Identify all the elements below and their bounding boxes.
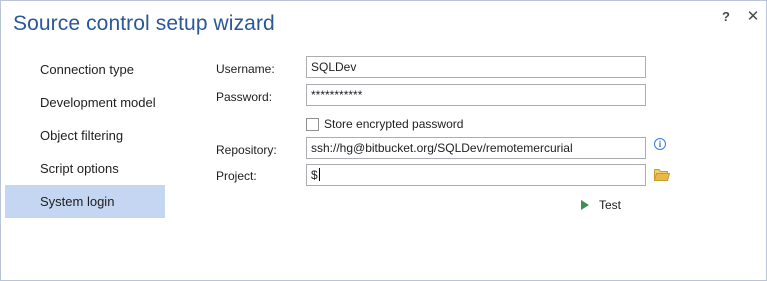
wizard-step-nav: Connection type Development model Object…: [5, 53, 165, 218]
username-value: SQLDev: [311, 60, 357, 74]
wizard-window: Source control setup wizard ? ✕ Connecti…: [0, 0, 767, 281]
password-field[interactable]: ***********: [306, 84, 646, 106]
nav-item-system-login[interactable]: System login: [5, 185, 165, 218]
password-label: Password:: [216, 90, 273, 104]
store-password-label: Store encrypted password: [324, 117, 464, 131]
info-icon[interactable]: i: [654, 138, 666, 150]
project-label: Project:: [216, 169, 257, 183]
test-button[interactable]: Test: [581, 196, 621, 214]
text-caret: [318, 168, 320, 181]
store-password-checkbox[interactable]: [306, 117, 319, 131]
play-icon: [581, 200, 589, 210]
store-password-option[interactable]: Store encrypted password: [306, 116, 463, 132]
password-value: ***********: [311, 88, 363, 102]
username-label: Username:: [216, 62, 275, 76]
folder-icon[interactable]: [654, 168, 670, 181]
close-button[interactable]: ✕: [744, 7, 762, 27]
repository-value: ssh://hg@bitbucket.org/SQLDev/remotemerc…: [311, 141, 573, 155]
nav-item-development-model[interactable]: Development model: [5, 86, 165, 119]
repository-label: Repository:: [216, 143, 277, 157]
nav-item-connection-type[interactable]: Connection type: [5, 53, 165, 86]
nav-item-object-filtering[interactable]: Object filtering: [5, 119, 165, 152]
window-title: Source control setup wizard: [13, 12, 275, 35]
project-value: $: [311, 168, 318, 182]
nav-item-script-options[interactable]: Script options: [5, 152, 165, 185]
test-label: Test: [599, 198, 622, 212]
project-field[interactable]: $: [306, 164, 646, 186]
repository-field[interactable]: ssh://hg@bitbucket.org/SQLDev/remotemerc…: [306, 137, 646, 159]
help-button[interactable]: ?: [717, 7, 735, 27]
username-field[interactable]: SQLDev: [306, 56, 646, 78]
